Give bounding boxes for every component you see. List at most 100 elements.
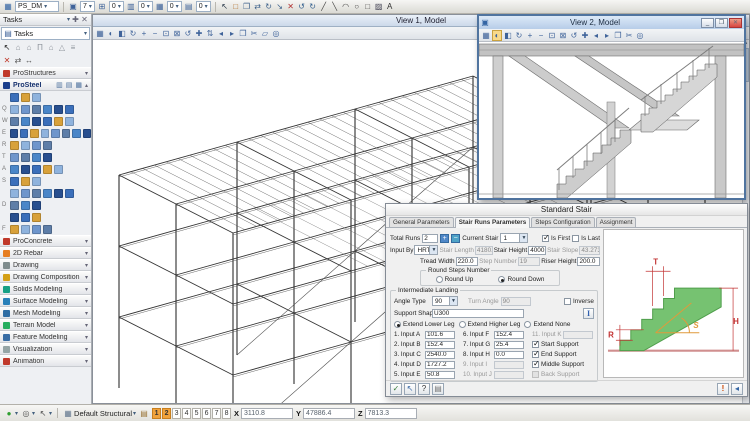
place-block-icon[interactable]: □ [363,1,373,12]
middle-support-checkbox[interactable] [532,361,539,368]
y-coordinate-field[interactable]: 47886.4 [303,408,355,419]
prosteel-tool-icon[interactable] [32,201,41,210]
truss-icon[interactable]: △ [57,42,67,53]
sidebar-section-feature-modeling[interactable]: Feature Modeling▾ [0,331,91,343]
level-toggle-3[interactable]: 3 [172,408,181,419]
view-attributes-icon[interactable]: ▦ [481,30,491,41]
prosteel-tool-icon[interactable] [41,129,49,138]
level-display-icon[interactable]: ▤ [184,1,194,12]
current-stair-select[interactable]: 1▼ [500,233,528,243]
sidebar-section-drawing-composition[interactable]: Drawing Composition▾ [0,271,91,283]
prosteel-tool-icon[interactable] [32,177,41,186]
restore-button[interactable]: ❐ [715,18,728,28]
zoom-out-icon[interactable]: − [536,30,546,41]
input-h-field[interactable]: 0.0 [494,351,524,359]
close-button[interactable]: ✕ [729,18,742,28]
level-toggle-2[interactable]: 2 [162,408,171,419]
undo-icon[interactable]: ↺ [297,1,307,12]
prosteel-tool-icon[interactable] [10,213,19,222]
exchange-icon[interactable]: ⇄ [13,55,23,66]
stair-height-field[interactable]: 4000.0 [528,246,546,255]
datasheet-button[interactable]: ▤ [432,383,444,395]
saved-views-count[interactable]: 7▾ [80,1,95,12]
input-by-select[interactable]: HRT▼ [414,245,438,255]
navigation-wheel-icon[interactable]: ◎ [271,28,281,39]
prosteel-tool-icon[interactable] [65,117,74,126]
layout-list-icon[interactable]: ▤ [66,81,73,89]
clip-volume-icon[interactable]: ✂ [249,28,259,39]
sidebar-section-mesh-modeling[interactable]: Mesh Modeling▾ [0,307,91,319]
sidebar-section-prosteel[interactable]: ProSteel ▥ ▤ ▦ ▴ [0,79,91,91]
prosteel-tool-icon[interactable] [54,117,63,126]
warning-button[interactable]: ! [717,383,729,395]
app-icon[interactable]: ▦ [3,1,13,12]
input-b-field[interactable]: 152.4 [425,341,455,349]
view-attributes-icon[interactable]: ▦ [95,28,105,39]
increase-runs-button[interactable]: + [440,234,449,243]
sidebar-section-visualization[interactable]: Visualization▾ [0,343,91,355]
prosteel-tool-icon[interactable] [30,129,38,138]
prosteel-tool-icon[interactable] [43,117,52,126]
copy-view-icon[interactable]: ❐ [238,28,248,39]
prosteel-tool-icon[interactable] [32,225,41,234]
prosteel-tool-icon[interactable] [43,153,52,162]
prosteel-tool-icon[interactable] [10,105,19,114]
prosteel-tool-icon[interactable] [51,129,59,138]
level-toggle-4[interactable]: 4 [182,408,191,419]
tab-stair-runs-parameters[interactable]: Stair Runs Parameters [455,217,531,228]
dialog-titlebar[interactable]: Standard Stair [386,204,747,216]
level-toggle-7[interactable]: 7 [212,408,221,419]
prosteel-tool-icon[interactable] [10,201,19,210]
is-first-checkbox[interactable] [542,235,549,242]
x-coordinate-field[interactable]: 3110.8 [241,408,293,419]
pan-view-icon[interactable]: ✚ [194,28,204,39]
layout-grid-icon[interactable]: ▦ [75,81,82,89]
snap-mode-button[interactable]: ◎▾ [21,408,35,419]
prosteel-tool-icon[interactable] [10,225,19,234]
pin-icon[interactable]: ✚ [72,14,79,25]
prosteel-tool-icon[interactable] [65,105,74,114]
window-area-icon[interactable]: ⊡ [161,28,171,39]
prosteel-tool-icon[interactable] [43,165,52,174]
prosteel-tool-icon[interactable] [54,165,63,174]
tread-width-field[interactable]: 220.0 [456,257,479,266]
help-button[interactable]: ? [418,383,430,395]
level-toggle-8[interactable]: 8 [222,408,231,419]
sidebar-section-surface-modeling[interactable]: Surface Modeling▾ [0,295,91,307]
prosteel-tool-icon[interactable] [32,117,41,126]
fit-view-icon[interactable]: ⊠ [172,28,182,39]
clip-mask-icon[interactable]: ▱ [260,28,270,39]
prosteel-tool-icon[interactable] [21,213,30,222]
view-next-icon[interactable]: ▸ [602,30,612,41]
hatch-area-icon[interactable]: ▨ [374,1,384,12]
redo-icon[interactable]: ↻ [308,1,318,12]
saved-views-icon[interactable]: ▣ [68,1,78,12]
minimize-button[interactable]: _ [701,18,714,28]
prosteel-tool-icon[interactable] [21,141,30,150]
prosteel-tool-icon[interactable] [21,165,30,174]
adjust-colors-icon[interactable]: ◧ [503,30,513,41]
prosteel-tool-icon[interactable] [43,225,52,234]
prosteel-tool-icon[interactable] [43,189,52,198]
copy-element-icon[interactable]: ❐ [242,1,252,12]
view-previous-icon[interactable]: ◂ [216,28,226,39]
prosteel-tool-icon[interactable] [21,105,30,114]
models-icon[interactable]: ⊞ [97,1,107,12]
place-arc-icon[interactable]: ◠ [341,1,351,12]
delete-element-icon[interactable]: ✕ [286,1,296,12]
extend-higher-leg-radio[interactable] [459,321,466,328]
zoom-out-icon[interactable]: − [150,28,160,39]
display-style-icon[interactable]: ◐ [492,30,502,41]
continuous-beam-icon[interactable]: ⌂ [24,42,34,53]
references-count[interactable]: 0▾ [138,1,153,12]
view-next-icon[interactable]: ▸ [227,28,237,39]
view2-titlebar[interactable]: ▣ View 2, Model _ ❐ ✕ [479,16,744,29]
prosteel-tool-icon[interactable] [32,105,41,114]
sidebar-section-proconcrete[interactable]: ProConcrete▾ [0,235,91,247]
element-selection-icon[interactable]: ↖ [220,1,230,12]
adjust-colors-icon[interactable]: ◧ [117,28,127,39]
place-circle-icon[interactable]: ○ [352,1,362,12]
input-c-field[interactable]: 2540.0 [425,351,455,359]
fit-view-icon[interactable]: ⊠ [558,30,568,41]
references-icon[interactable]: ▥ [126,1,136,12]
